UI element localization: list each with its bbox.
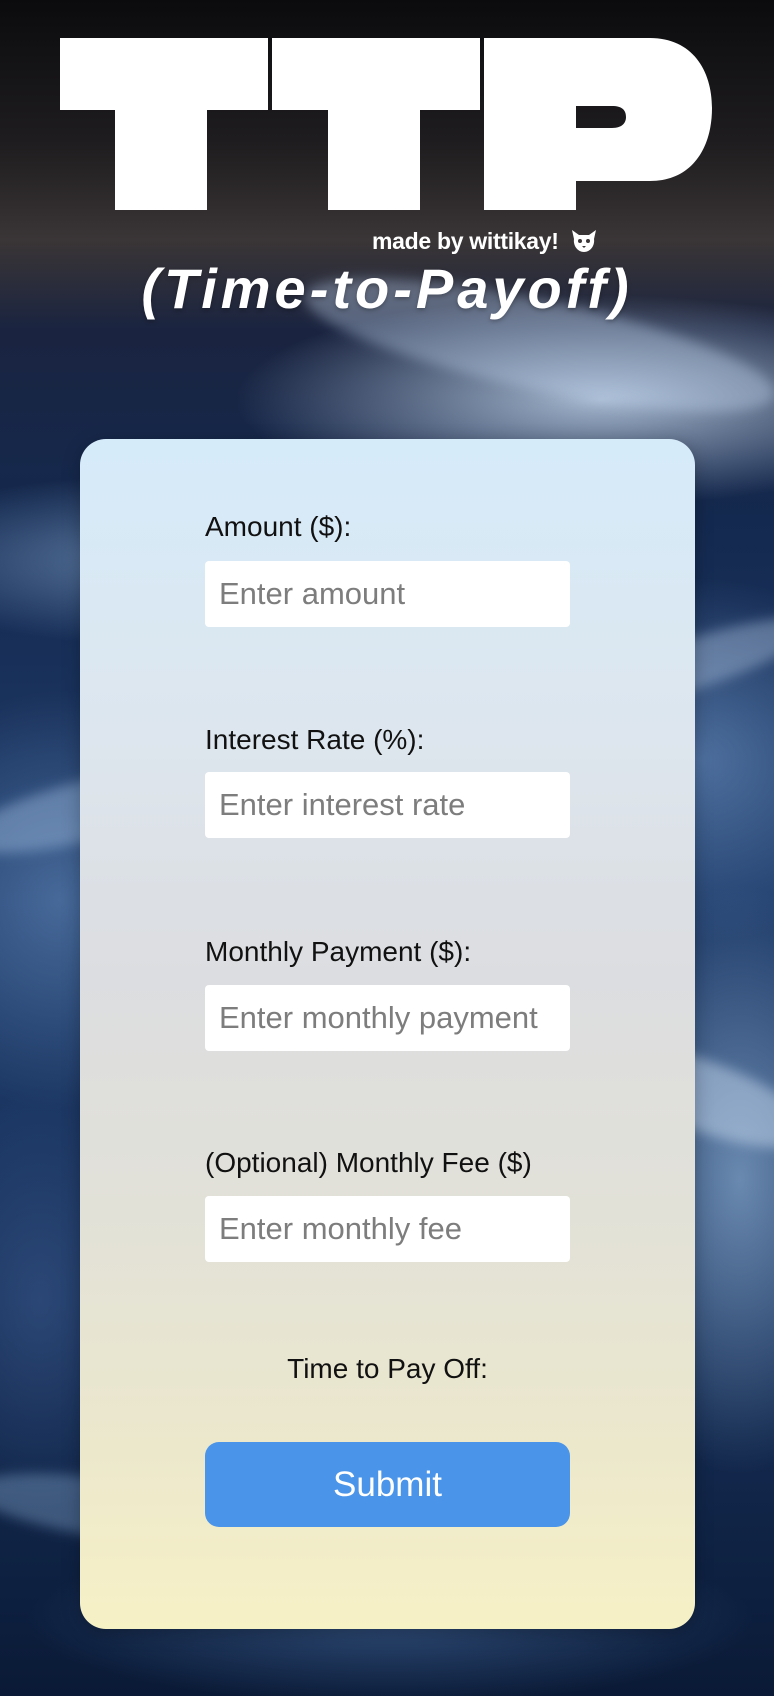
interest-rate-label: Interest Rate (%):: [205, 724, 425, 755]
cat-icon: [571, 230, 596, 252]
amount-input[interactable]: [205, 561, 570, 627]
amount-label: Amount ($):: [205, 511, 352, 542]
ttp-logo: [60, 38, 712, 210]
submit-button[interactable]: Submit: [205, 1442, 570, 1527]
monthly-payment-label: Monthly Payment ($):: [205, 936, 472, 967]
page: made by wittikay! (Time-to-Payoff) Amoun…: [0, 0, 774, 1696]
monthly-payment-input[interactable]: [205, 985, 570, 1051]
subtitle: (Time-to-Payoff): [141, 257, 633, 320]
interest-rate-input[interactable]: [205, 772, 570, 838]
calculator-card: Amount ($): Interest Rate (%): Monthly P…: [80, 439, 695, 1629]
monthly-fee-label: (Optional) Monthly Fee ($): [205, 1147, 532, 1178]
credit-line: made by wittikay!: [372, 226, 599, 256]
time-to-pay-off-result: Time to Pay Off:: [287, 1353, 488, 1384]
monthly-fee-input[interactable]: [205, 1196, 570, 1262]
credit-text: made by wittikay!: [372, 227, 559, 254]
